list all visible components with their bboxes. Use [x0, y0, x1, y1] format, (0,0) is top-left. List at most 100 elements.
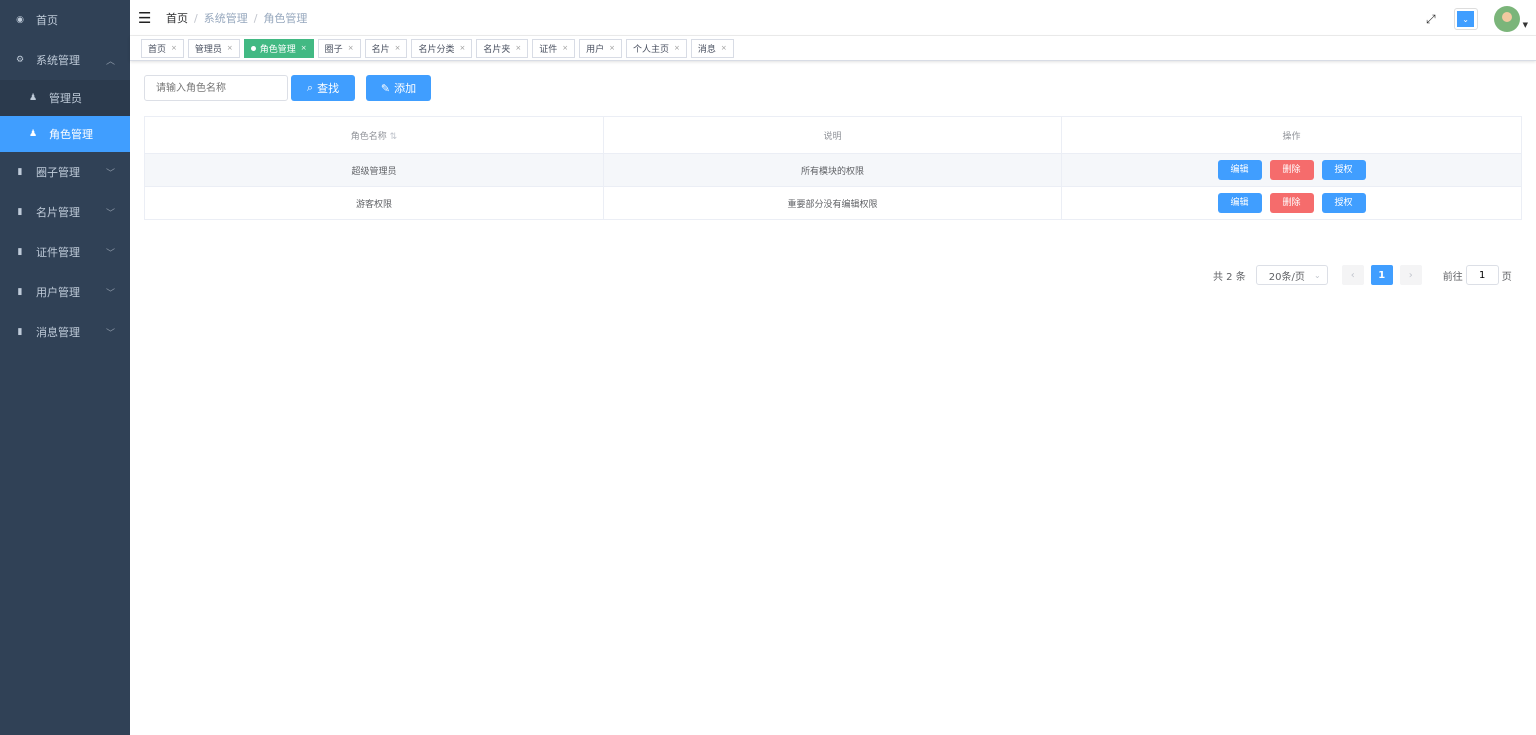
navbar: ☰ 首页 / 系统管理 / 角色管理 ⤢ ⌄ ▼ — [130, 0, 1536, 36]
dashboard-icon: ◉ — [16, 15, 24, 25]
close-icon[interactable]: × — [674, 44, 680, 52]
users-icon: ♟ — [28, 129, 38, 139]
role-name: 游客权限 — [144, 186, 604, 220]
close-icon[interactable]: × — [562, 44, 568, 52]
tag-label: 证件 — [539, 44, 558, 55]
grant-button[interactable]: 授权 — [1321, 160, 1366, 180]
role-search-input[interactable] — [144, 75, 288, 101]
search-icon: ⌕ — [306, 81, 314, 94]
book-icon: ▮ — [17, 207, 23, 217]
sidebar-item-users[interactable]: ▮ 用户管理 ﹀ — [0, 272, 130, 312]
tag-5[interactable]: 名片分类 × — [411, 38, 473, 58]
tag-label: 首页 — [148, 44, 167, 55]
avatar[interactable] — [1493, 6, 1520, 32]
book-icon: ▮ — [17, 327, 23, 337]
close-icon[interactable]: × — [721, 44, 727, 52]
page-size-select[interactable]: 20条/页 ⌄ — [1255, 265, 1328, 285]
breadcrumb-current: 角色管理 — [263, 11, 308, 25]
tag-10[interactable]: 消息 × — [690, 38, 734, 58]
tag-0[interactable]: 首页 × — [141, 38, 184, 58]
size-select-button[interactable]: ⌄ — [1453, 8, 1478, 30]
search-button[interactable]: ⌕ 查找 — [291, 75, 355, 101]
pagination: 共 2 条 20条/页⌄ ‹ 1 › 前往 页 — [1213, 265, 1512, 285]
goto-label: 前往 — [1442, 271, 1463, 283]
tag-label: 个人主页 — [633, 44, 670, 55]
tag-8[interactable]: 用户 × — [579, 38, 623, 58]
tag-3[interactable]: 圈子 × — [317, 38, 361, 58]
close-icon[interactable]: × — [348, 44, 354, 52]
breadcrumb-home[interactable]: 首页 — [166, 12, 188, 25]
role-name: 超级管理员 — [144, 153, 604, 187]
active-dot-icon — [250, 45, 256, 51]
table-row: 游客权限 重要部分没有编辑权限 编辑 删除 授权 — [144, 186, 1522, 220]
tag-label: 管理员 — [194, 44, 222, 55]
tag-label: 名片分类 — [418, 44, 455, 55]
delete-button[interactable]: 删除 — [1269, 160, 1314, 180]
sidebar-item-cards[interactable]: ▮ 名片管理 ﹀ — [0, 192, 130, 232]
column-header-name[interactable]: 角色名称 ⇅ — [144, 116, 604, 154]
sidebar-item-circle[interactable]: ▮ 圈子管理 ﹀ — [0, 152, 130, 192]
fullscreen-icon[interactable]: ⤢ — [1426, 12, 1436, 27]
book-icon: ▮ — [17, 247, 23, 257]
breadcrumb: 首页 / 系统管理 / 角色管理 — [166, 11, 308, 25]
grant-button[interactable]: 授权 — [1321, 193, 1366, 213]
gear-icon: ⚙ — [15, 55, 25, 65]
sort-icon: ⇅ — [389, 131, 398, 142]
sidebar-item-messages[interactable]: ▮ 消息管理 ﹀ — [0, 312, 130, 352]
tag-6[interactable]: 名片夹 × — [476, 38, 529, 58]
tag-4[interactable]: 名片 × — [364, 38, 408, 58]
edit-button[interactable]: 编辑 — [1217, 193, 1262, 213]
book-icon: ▮ — [17, 287, 23, 297]
sidebar-item-home[interactable]: ◉ 首页 — [0, 0, 130, 40]
delete-button[interactable]: 删除 — [1269, 193, 1314, 213]
role-desc: 重要部分没有编辑权限 — [603, 186, 1062, 220]
chevron-down-icon: ﹀ — [105, 328, 115, 339]
close-icon[interactable]: × — [301, 44, 307, 52]
chevron-down-icon: ﹀ — [105, 168, 115, 179]
prev-page-button[interactable]: ‹ — [1341, 265, 1364, 285]
chevron-down-icon: ﹀ — [105, 288, 115, 299]
page-1-button[interactable]: 1 — [1370, 265, 1393, 285]
column-header-desc: 说明 — [603, 116, 1062, 154]
table-row: 超级管理员 所有模块的权限 编辑 删除 授权 — [144, 153, 1522, 187]
sidebar-item-certs[interactable]: ▮ 证件管理 ﹀ — [0, 232, 130, 272]
chevron-down-icon: ﹀ — [105, 248, 115, 259]
breadcrumb-system: 系统管理 — [203, 11, 248, 25]
role-desc: 所有模块的权限 — [603, 153, 1062, 187]
tag-7[interactable]: 证件 × — [532, 38, 576, 58]
sidebar-item-roles[interactable]: ♟ 角色管理 — [0, 116, 130, 152]
caret-down-icon[interactable]: ▼ — [1523, 21, 1528, 29]
total-count: 共 2 条 — [1213, 271, 1246, 283]
hamburger-icon[interactable]: ☰ — [138, 9, 152, 27]
tags-view: 首页 × 管理员 × 角色管理 × 圈子 × 名片 × 名片分类 × 名片夹 × 证件 × 用户 × 个人主页 × 消息… — [130, 36, 1536, 61]
tag-label: 名片 — [371, 44, 390, 55]
add-button[interactable]: ✎ 添加 — [366, 75, 431, 101]
tag-9[interactable]: 个人主页 × — [626, 38, 687, 58]
chevron-up-icon: ︿ — [105, 56, 115, 67]
close-icon[interactable]: × — [395, 44, 401, 52]
edit-button[interactable]: 编辑 — [1217, 160, 1262, 180]
goto-suffix: 页 — [1501, 271, 1512, 283]
close-icon[interactable]: × — [227, 44, 233, 52]
sidebar-item-system[interactable]: ⚙ 系统管理 ︿ — [0, 40, 130, 80]
tag-label: 名片夹 — [483, 44, 511, 55]
sidebar-item-admin[interactable]: ♟ 管理员 — [0, 80, 130, 116]
chevron-down-icon: ⌄ — [1457, 11, 1475, 27]
close-icon[interactable]: × — [609, 44, 615, 52]
close-icon[interactable]: × — [459, 44, 465, 52]
user-icon: ♟ — [28, 93, 38, 103]
tag-1[interactable]: 管理员 × — [187, 38, 240, 58]
tag-label: 角色管理 — [259, 44, 296, 55]
tag-2[interactable]: 角色管理 × — [243, 38, 314, 58]
close-icon[interactable]: × — [171, 44, 177, 52]
goto-page-input[interactable] — [1465, 265, 1499, 285]
sidebar: ◉ 首页 ⚙ 系统管理 ︿ ♟ 管理员 ♟ 角色管理 ▮ 圈子管理 ﹀ ▮ 名片管理 ﹀ ▮ 证件管… — [0, 0, 130, 735]
tag-label: 用户 — [586, 44, 605, 55]
next-page-button[interactable]: › — [1399, 265, 1422, 285]
chevron-down-icon: ⌄ — [1314, 270, 1321, 280]
book-icon: ▮ — [17, 167, 23, 177]
tag-label: 圈子 — [324, 44, 343, 55]
tag-label: 消息 — [697, 44, 716, 55]
edit-icon: ✎ — [380, 81, 391, 95]
close-icon[interactable]: × — [515, 44, 521, 52]
